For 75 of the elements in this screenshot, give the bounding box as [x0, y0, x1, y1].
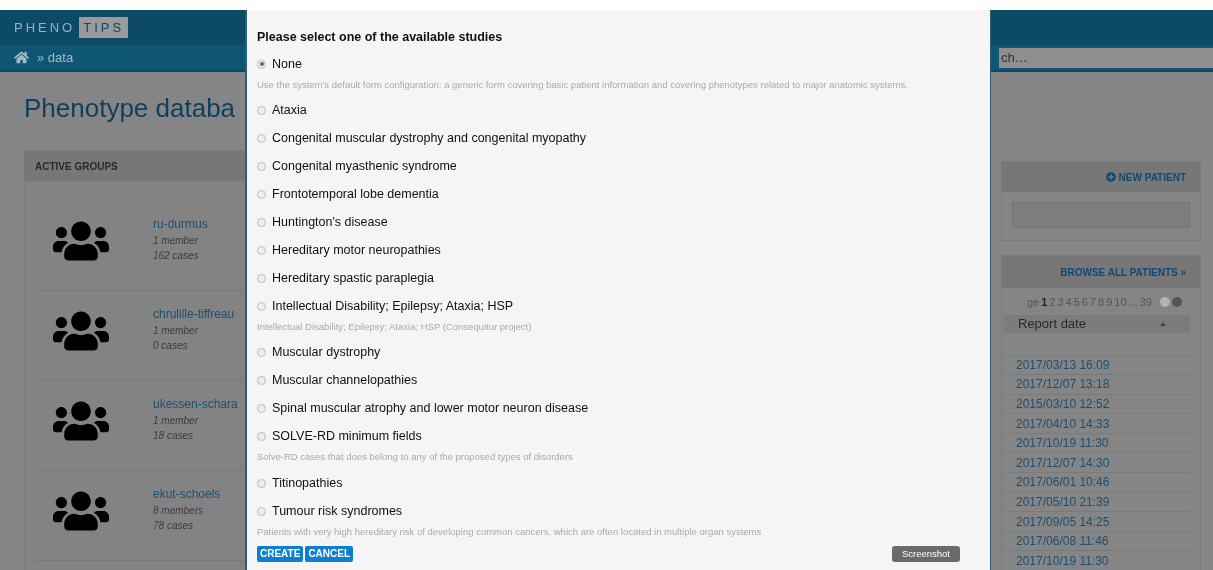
report-date[interactable]: 2017/05/10 21:39 [1016, 492, 1110, 511]
member-count: 1 member [153, 234, 200, 248]
report-date[interactable]: 2015/03/10 12:52 [1016, 395, 1110, 413]
report-date[interactable]: 2017/09/05 14:25 [1016, 512, 1110, 531]
report-date[interactable]: 2017/12/07 13:18 [1016, 375, 1110, 394]
study-option[interactable]: Congenital muscular dystrophy and congenital myopathy [257, 129, 990, 148]
study-option[interactable]: Frontotemporal lobe dementia [257, 185, 990, 204]
report-date[interactable]: 2017/12/07 14:30 [1016, 453, 1110, 472]
radio-button[interactable] [257, 59, 266, 69]
radio-button[interactable] [257, 302, 266, 311]
radio-button[interactable] [257, 106, 266, 115]
radio-button[interactable] [257, 274, 266, 283]
radio-button[interactable] [257, 190, 266, 199]
next-page-button[interactable] [1172, 297, 1182, 308]
study-option[interactable]: Hereditary spastic paraplegia [257, 269, 990, 288]
radio-button[interactable] [257, 162, 266, 171]
report-date[interactable]: 2017/10/19 11:30 [1016, 551, 1109, 570]
study-description: Intellectual Disability; Epilepsy; Ataxia; HSP (Consequitur project) [257, 320, 533, 334]
sort-icon [1160, 321, 1166, 326]
search-field[interactable]: ch… [999, 47, 1213, 68]
dialog-button[interactable]: CREATE [257, 545, 304, 562]
radio-button[interactable] [257, 134, 266, 143]
home-icon[interactable] [14, 50, 29, 65]
radio-button[interactable] [257, 246, 266, 255]
dialog-title: Please select one of the available studies [257, 29, 504, 46]
dialog-button[interactable]: CANCEL [305, 545, 354, 562]
study-option[interactable]: Muscular dystrophy [257, 343, 990, 363]
member-count: 1 member [153, 324, 200, 338]
study-option[interactable]: Huntington's disease [257, 213, 990, 232]
study-option[interactable]: Tumour risk syndromes [257, 501, 990, 521]
radio-button[interactable] [257, 432, 266, 442]
group-name[interactable]: ru-durmus [153, 215, 208, 233]
report-date[interactable]: 2017/06/08 11:46 [1016, 532, 1109, 551]
screenshot-button[interactable]: Screenshot [891, 545, 960, 562]
study-option[interactable]: Hereditary motor neuropathies [257, 241, 990, 260]
radio-button[interactable] [257, 348, 266, 358]
radio-button[interactable] [257, 376, 266, 386]
page-title: Phenotype databa [24, 92, 236, 124]
study-option[interactable]: SOLVE-RD minimum fields [257, 427, 990, 447]
column-header[interactable]: Report date [1004, 314, 1190, 333]
case-count: 18 cases [153, 429, 195, 443]
report-date[interactable]: 2017/04/10 14:33 [1016, 414, 1110, 433]
study-option[interactable]: Congenital myasthenic syndrome [257, 157, 990, 176]
browse-patients-link[interactable]: BROWSE ALL PATIENTS » [1060, 264, 1186, 280]
group-name[interactable]: ekut-schoels [153, 485, 221, 503]
member-count: 8 members [153, 504, 204, 518]
radio-button[interactable] [257, 404, 266, 414]
member-count: 1 member [153, 414, 200, 428]
study-option[interactable]: Intellectual Disability; Epilepsy; Ataxia; HSP [257, 297, 990, 316]
study-option[interactable]: Ataxia [257, 101, 990, 120]
panel-title: ACTIVE GROUPS [35, 159, 118, 174]
case-count: 162 cases [153, 249, 200, 263]
report-date[interactable]: 2017/06/01 10:46 [1016, 473, 1110, 492]
report-date[interactable]: 2017/03/13 16:09 [1016, 355, 1110, 374]
logo[interactable]: PHENO TIPS [14, 16, 129, 39]
plus-icon [1105, 172, 1116, 182]
study-description: Use the system's default form configuration: a generic form covering basic patient information and covering phenotypes related to major anatomic systems. [257, 77, 909, 92]
radio-button[interactable] [257, 506, 266, 516]
study-option[interactable]: Muscular channelopathies [257, 371, 990, 391]
case-count: 78 cases [153, 519, 195, 533]
new-patient-button[interactable]: NEW PATIENT [1105, 169, 1186, 185]
case-count: 0 cases [153, 339, 189, 353]
study-description: Patients with very high hereditary risk of developing common cancers, which are often located in multiple organ systems [257, 524, 763, 539]
ellipsis: ... [1128, 295, 1138, 310]
radio-button[interactable] [257, 218, 266, 227]
radio-button[interactable] [257, 478, 266, 488]
breadcrumb[interactable]: » data [37, 47, 74, 68]
study-option[interactable]: Spinal muscular atrophy and lower motor neuron disease [257, 399, 990, 419]
study-option[interactable]: Titinopathies [257, 473, 990, 493]
study-option[interactable]: None [257, 54, 990, 74]
study-description: Solve-RD cases that does belong to any of the proposed types of disorders [257, 450, 574, 465]
group-name[interactable]: ukessen-schara [153, 395, 238, 413]
group-name[interactable]: chrulille-tiffreau [153, 305, 235, 323]
report-date[interactable]: 2017/10/19 11:30 [1016, 434, 1109, 453]
page-link[interactable]: 1 [1041, 294, 1048, 311]
